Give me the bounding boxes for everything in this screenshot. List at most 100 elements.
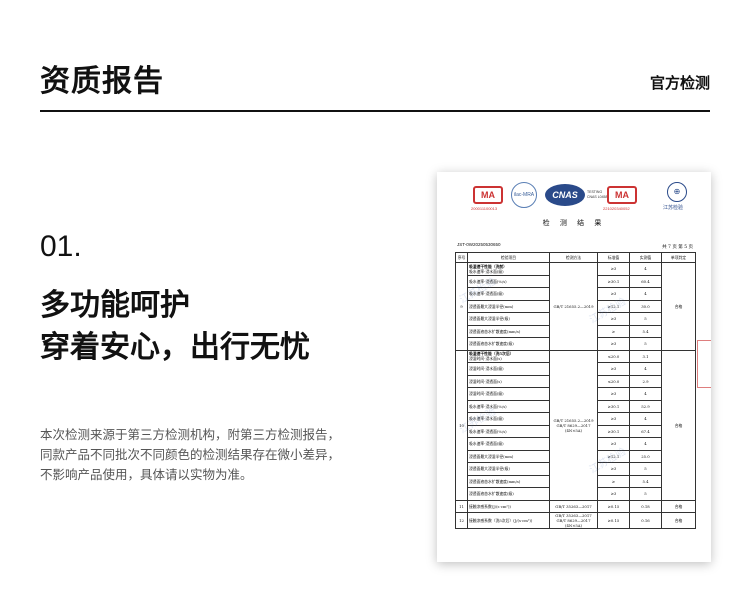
standard-value: ≥3 (597, 387, 630, 401)
test-item-cell: 浸湿时间-浸透面(s) (467, 374, 550, 388)
column-header: 序号 (455, 252, 468, 263)
test-item-cell: 接触凉感系数(J/(s·cm²)) (467, 499, 550, 513)
sub-item-label: 浸透面液态水扩散速度(mm/s) (469, 328, 521, 334)
standard-value: ≥ (597, 474, 630, 488)
sub-item-label: 浸透面最大浸湿半径(级) (469, 316, 510, 322)
measured-value: 3.1 (629, 349, 662, 363)
test-item-cell: 接触凉感系数（洗5次后）(J/(s·cm²)) (467, 512, 550, 529)
measured-value: 5 (629, 337, 662, 351)
column-header: 实测值 (629, 252, 662, 263)
sub-item-label: 吸水速率-浸水面(级) (469, 268, 504, 274)
measured-value: 5 (629, 312, 662, 326)
standard-value: ≥0.15 (597, 499, 630, 513)
measured-value: 0.16 (629, 512, 662, 529)
verdict: 合格 (661, 262, 696, 351)
table-row: 12 接触凉感系数（洗5次后）(J/(s·cm²)) GB/T 35263—2017… (455, 512, 696, 529)
sub-item-label: 浸湿时间-浸透面(s) (469, 378, 502, 384)
measured-value: 5.4 (629, 474, 662, 488)
column-header: 标准值 (597, 252, 630, 263)
test-method: GB/T 35263—2017 (549, 499, 598, 513)
feature-number: 01. (40, 230, 82, 263)
standard-value: ≤20.0 (597, 349, 630, 363)
column-header: 检测方法 (549, 252, 598, 263)
column-header: 单项判定 (661, 252, 696, 263)
table-header-row: 序号 检验项目 检测方法 标准值 实测值 单项判定 (455, 252, 696, 263)
cma-logo: MA (473, 186, 503, 204)
standard-value: ≥30.1 (597, 424, 630, 438)
test-method: GB/T 21655.2—2019 (549, 262, 598, 351)
table-row: 11 接触凉感系数(J/(s·cm²)) GB/T 35263—2017 ≥0.15 0… (455, 499, 696, 513)
verdict: 合格 (661, 512, 696, 529)
standard-value: ≥ (597, 324, 630, 338)
standard-value: ≥3 (597, 337, 630, 351)
sub-item-label: 浸湿时间-浸水面(级) (469, 366, 504, 372)
page-subtitle: 官方检测 (649, 74, 710, 92)
sub-item-label: 浸透面最大浸湿半径(级) (469, 466, 510, 472)
standard-value: ≥30.1 (597, 274, 630, 288)
sub-item-label: 浸透面液态水扩散速度(级) (469, 341, 514, 347)
jiangsu-inspection-label: 江苏检验 (663, 205, 684, 211)
sub-item-label: 浸透面最大浸湿半径(mm) (469, 453, 514, 459)
test-item-cell: 浸透面液态水扩散速度(级) (467, 487, 550, 501)
report-number: JST-0W20250530650 (457, 242, 501, 247)
sub-item-label: 浸透面最大浸湿半径(mm) (469, 303, 514, 309)
test-item-cell: 浸透面最大浸湿半径(mm) (467, 299, 550, 313)
verdict: 合格 (661, 499, 696, 513)
measured-value: 5 (629, 487, 662, 501)
row-number: 12 (455, 512, 468, 529)
measured-value: 4 (629, 387, 662, 401)
certification-logos: MA 200011100013 ilac-MRA CNAS TESTING CN… (437, 182, 711, 216)
test-results-table: 序号 检验项目 检测方法 标准值 实测值 单项判定 9 吸湿速干性能（洗前） 吸水速… (455, 252, 696, 529)
test-item-cell: 浸湿时间-浸水面(级) (467, 362, 550, 376)
measured-value: 67.4 (629, 424, 662, 438)
cma-number: 200011100013 (471, 206, 498, 211)
sub-item-label: 浸湿时间-浸透面(级) (469, 391, 504, 397)
measured-value: 4 (629, 412, 662, 426)
cnas-logo: CNAS (545, 184, 585, 206)
column-header: 检验项目 (467, 252, 550, 263)
measured-value: 5.4 (629, 324, 662, 338)
test-report-image: MA 200011100013 ilac-MRA CNAS TESTING CN… (437, 172, 711, 562)
measured-value: 25.0 (629, 449, 662, 463)
sub-item-label: 浸透面液态水扩散速度(级) (469, 491, 514, 497)
test-item-cell: 吸湿速干性能（洗5次后） 浸湿时间-浸水面(s) (467, 349, 550, 363)
row-number: 11 (455, 499, 468, 513)
test-method: GB/T 21655.2—2019 GB/T 8629—2017 (4N×5A) (549, 349, 598, 501)
disclaimer-text: 本次检测来源于第三方检测机构，附第三方检测报告， 同款产品不同批次不同颜色的检测… (40, 425, 370, 485)
page-title: 资质报告 (40, 64, 164, 99)
standard-value: ≥30.1 (597, 399, 630, 413)
test-item-cell: 浸透面最大浸湿半径(级) (467, 462, 550, 476)
test-item-cell: 浸透面最大浸湿半径(mm) (467, 449, 550, 463)
measured-value: 4 (629, 287, 662, 301)
red-seal-stamp (697, 340, 711, 388)
standard-value: ≤20.0 (597, 374, 630, 388)
table-row: 10 吸湿速干性能（洗5次后） 浸湿时间-浸水面(s) GB/T 21655.2—20… (455, 349, 696, 501)
row-number: 9 (455, 262, 468, 351)
standard-value: ≥3 (597, 412, 630, 426)
measured-value: 4 (629, 437, 662, 451)
report-title: 检 测 结 果 (542, 219, 606, 227)
test-item-cell: 吸水速率-浸透面(%/s) (467, 424, 550, 438)
test-item-cell: 浸透面液态水扩散速度(mm/s) (467, 474, 550, 488)
measured-value: 0.18 (629, 499, 662, 513)
feature-headline-1: 多功能呵护 (40, 288, 190, 323)
cma-number-2: 221020340052 (603, 206, 630, 211)
measured-value: 52.9 (629, 399, 662, 413)
disclaimer-line: 同款产品不同批次不同颜色的检测结果存在微小差异， (40, 447, 341, 462)
standard-value: ≥3 (597, 262, 630, 276)
disclaimer-line: 本次检测来源于第三方检测机构，附第三方检测报告， (40, 427, 341, 442)
measured-value: 30.0 (629, 299, 662, 313)
standard-value: ≥0.15 (597, 512, 630, 529)
measured-value: 5 (629, 462, 662, 476)
verdict: 合格 (661, 349, 696, 501)
sub-item-label: 浸透面液态水扩散速度(mm/s) (469, 478, 521, 484)
standard-value: ≥3 (597, 487, 630, 501)
disclaimer-line: 不影响产品使用，具体请以实物为准。 (40, 467, 253, 482)
table-row: 9 吸湿速干性能（洗前） 吸水速率-浸水面(级) GB/T 21655.2—2019 ≥… (455, 262, 696, 351)
measured-value: 4 (629, 362, 662, 376)
test-method: GB/T 35263—2017 GB/T 8629—2017 (4N×5A) (549, 512, 598, 529)
test-item-cell: 浸湿时间-浸透面(级) (467, 387, 550, 401)
sub-item-label: 浸湿时间-浸水面(s) (469, 356, 502, 362)
sub-item-label: 吸水速率-浸透面(级) (469, 441, 504, 447)
test-item-cell: 吸湿速干性能（洗前） 吸水速率-浸水面(级) (467, 262, 550, 276)
